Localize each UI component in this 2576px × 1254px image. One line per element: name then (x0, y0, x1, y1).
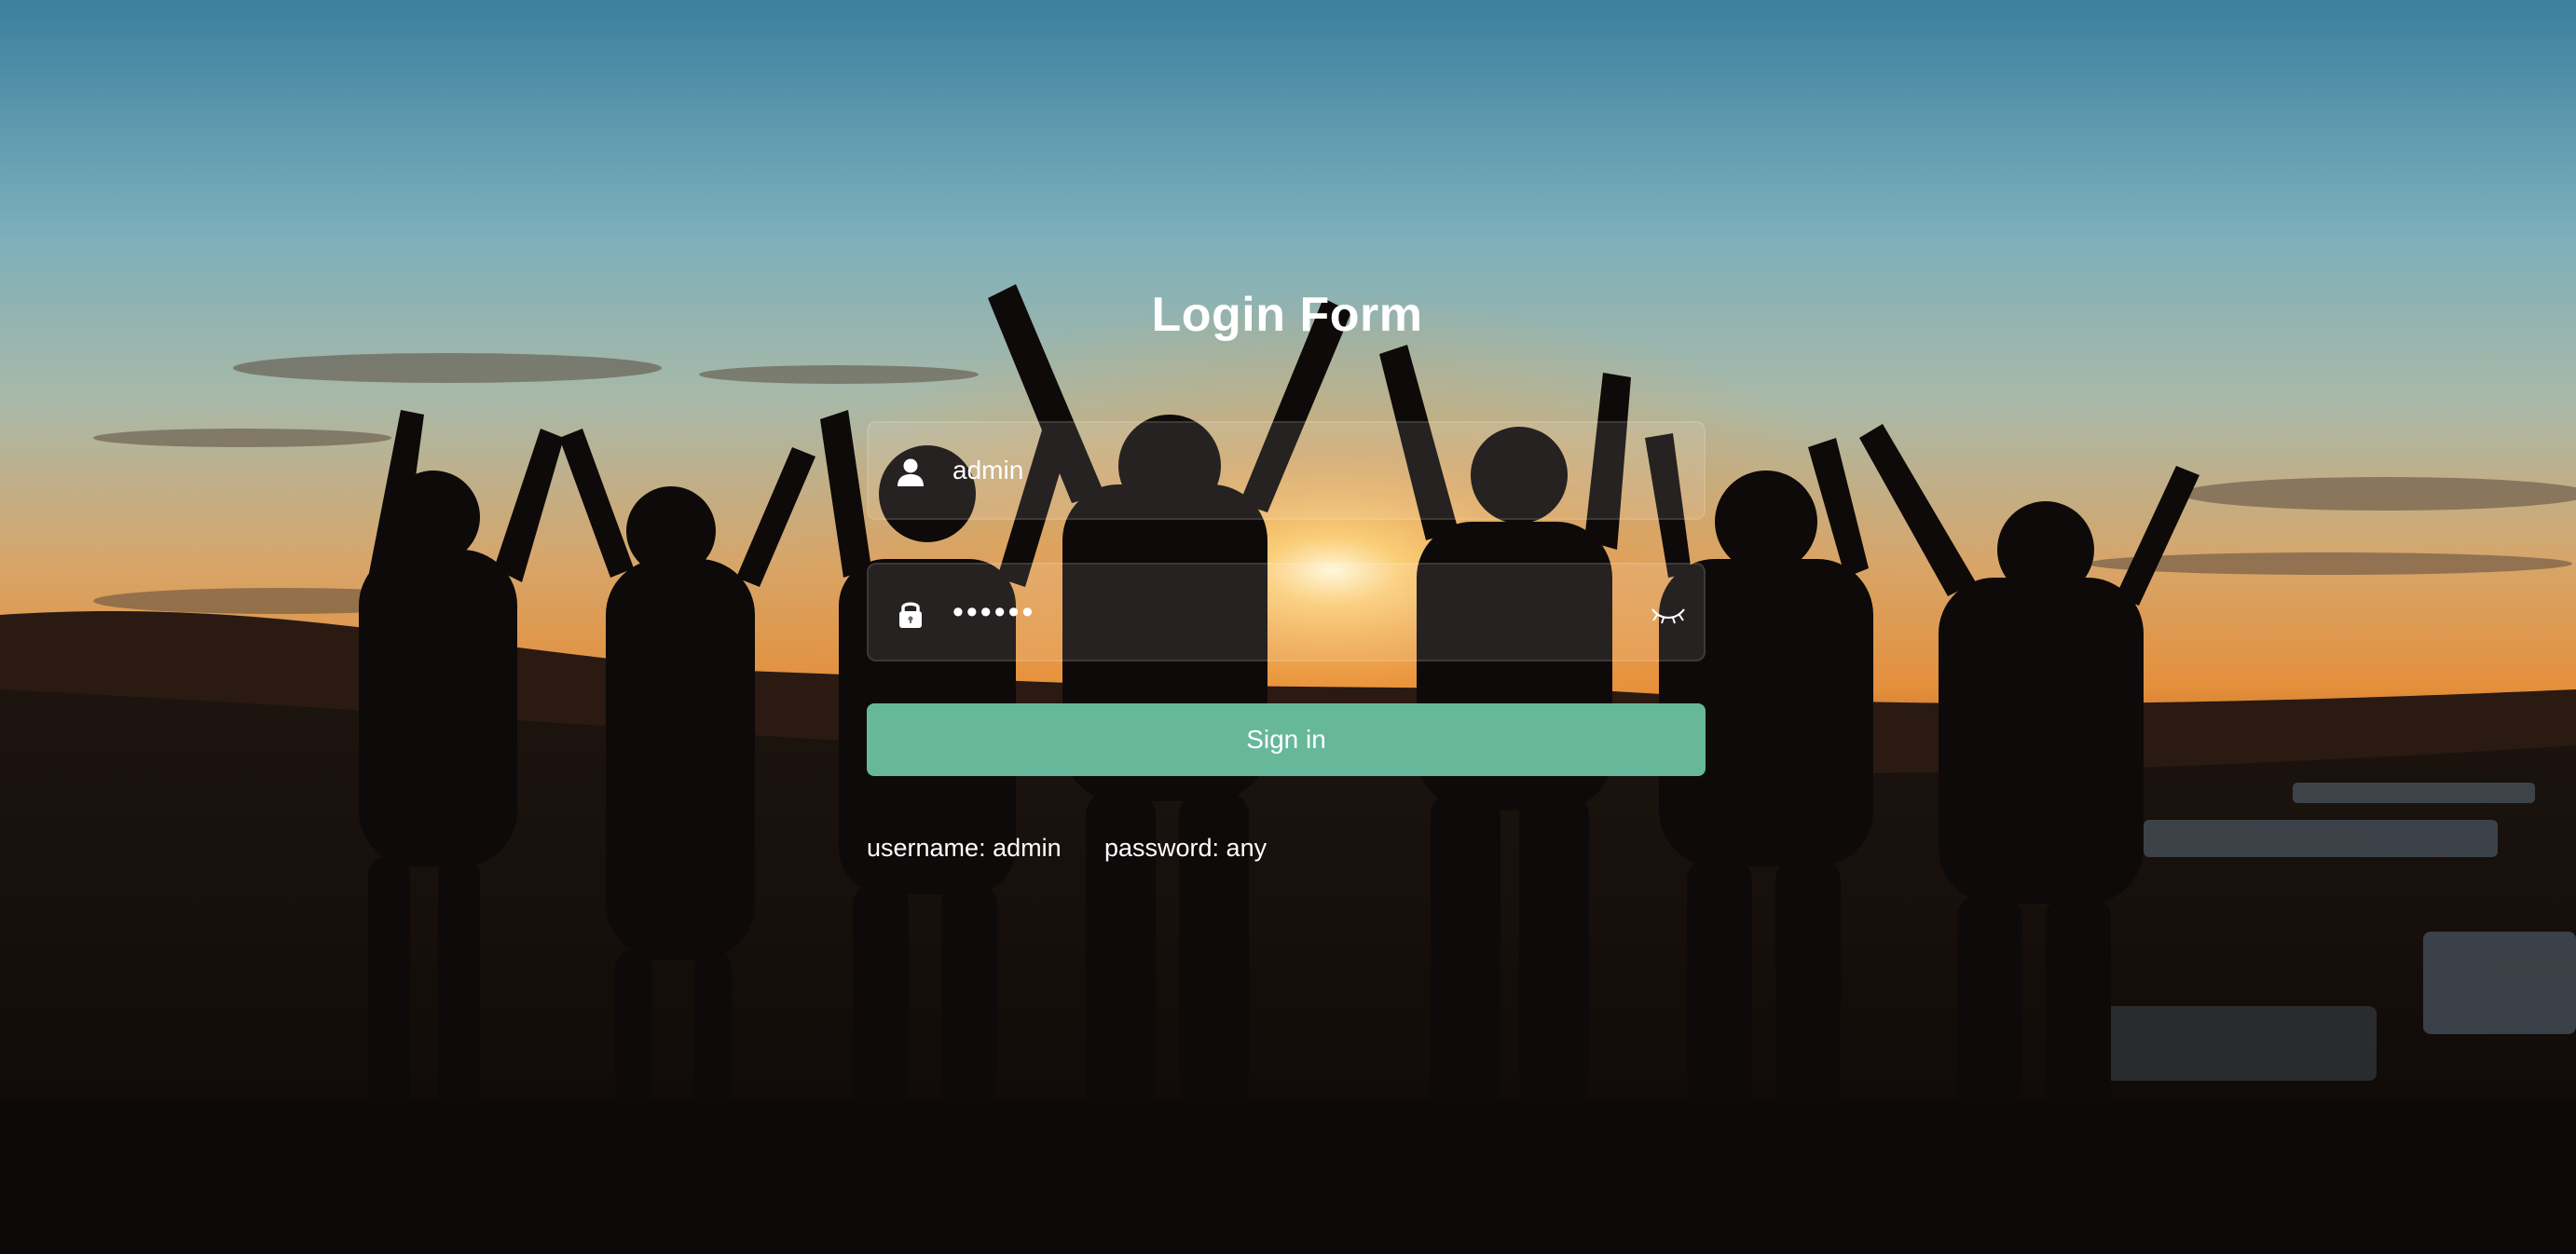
login-form: Login Form Sign in username: admin passw… (867, 0, 1707, 1254)
page-title: Login Form (1151, 288, 1423, 342)
sign-in-button[interactable]: Sign in (867, 703, 1706, 776)
password-field[interactable] (867, 563, 1706, 661)
username-hint: username: admin (867, 834, 1062, 862)
lock-icon (899, 602, 922, 628)
password-input[interactable] (952, 565, 1642, 660)
username-input[interactable] (952, 423, 1642, 518)
password-hint: password: any (1104, 834, 1267, 862)
user-icon (897, 458, 924, 486)
username-field[interactable] (867, 421, 1706, 520)
eye-closed-icon[interactable] (1650, 602, 1687, 626)
